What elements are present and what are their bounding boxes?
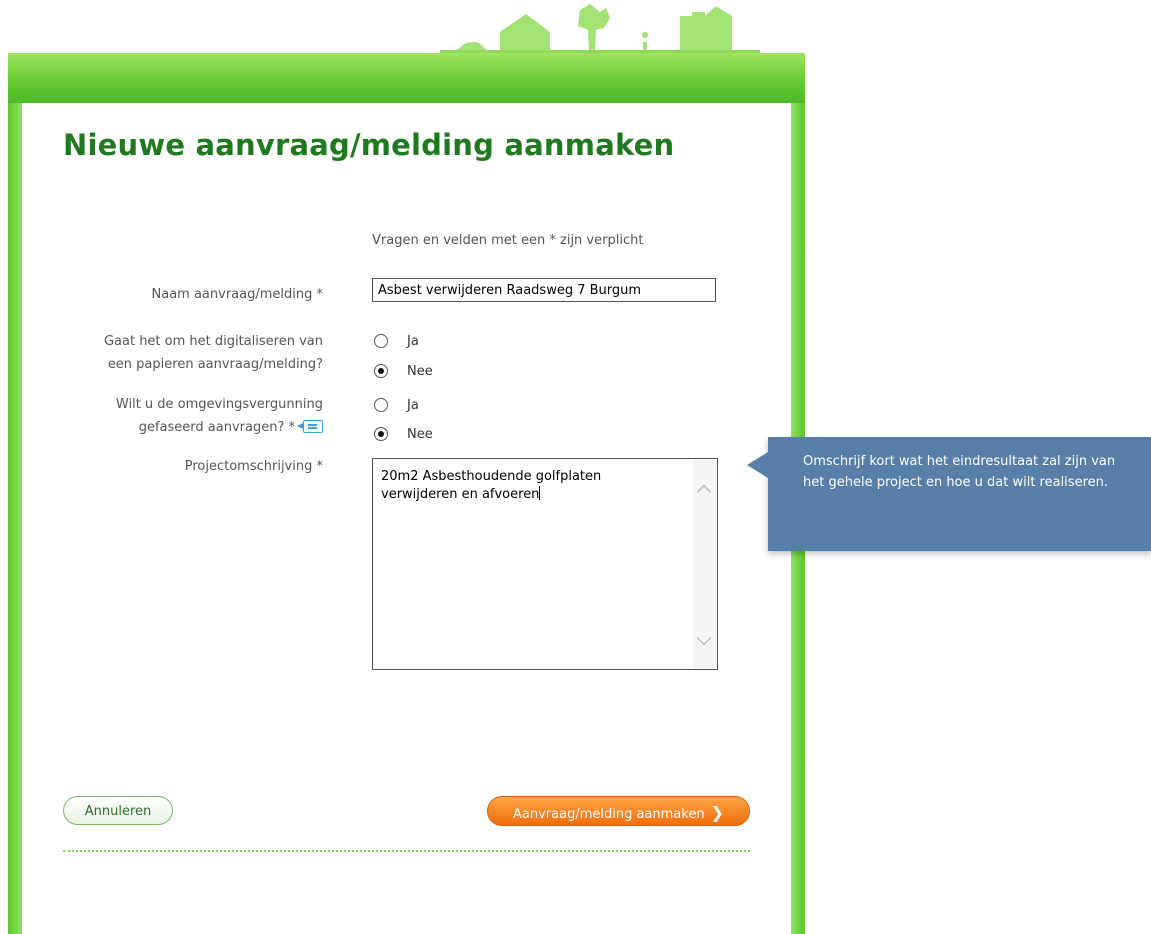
digitaliseren-label-line2: een papieren aanvraag/melding? bbox=[107, 357, 323, 372]
gefaseerd-option-ja[interactable]: Ja bbox=[374, 394, 419, 416]
text-caret bbox=[539, 486, 541, 500]
skyline-illustration bbox=[440, 4, 760, 56]
projectomschrijving-label: Projectomschrijving * bbox=[184, 459, 323, 474]
gefaseerd-option-nee-label: Nee bbox=[407, 426, 433, 442]
create-request-button[interactable]: Aanvraag/melding aanmaken ❯ bbox=[487, 796, 750, 826]
digitaliseren-option-nee[interactable]: Nee bbox=[374, 360, 433, 382]
naam-input[interactable] bbox=[372, 278, 716, 302]
header-frame-bar bbox=[8, 53, 805, 103]
cancel-button[interactable]: Annuleren bbox=[63, 796, 173, 825]
gefaseerd-option-nee[interactable]: Nee bbox=[374, 423, 433, 445]
create-request-label: Aanvraag/melding aanmaken bbox=[513, 807, 705, 822]
scroll-down-icon[interactable] bbox=[696, 630, 712, 646]
gefaseerd-radio-nee[interactable] bbox=[374, 427, 388, 441]
info-bubble-icon[interactable] bbox=[297, 420, 323, 433]
projectomschrijving-value: 20m2 Asbesthoudende golfplaten verwijder… bbox=[381, 469, 602, 502]
chevron-right-icon: ❯ bbox=[710, 803, 724, 822]
gefaseerd-option-ja-label: Ja bbox=[407, 397, 419, 413]
gefaseerd-label-line2: gefaseerd aanvragen? * bbox=[138, 420, 295, 435]
naam-label: Naam aanvraag/melding * bbox=[151, 287, 324, 302]
digitaliseren-label-line1: Gaat het om het digitaliseren van bbox=[103, 334, 323, 349]
gefaseerd-radio-ja[interactable] bbox=[374, 398, 388, 412]
digitaliseren-radio-ja[interactable] bbox=[374, 334, 388, 348]
scroll-up-icon[interactable] bbox=[696, 484, 712, 500]
gefaseerd-label-line2-wrap: gefaseerd aanvragen? * bbox=[116, 416, 323, 439]
digitaliseren-radio-nee[interactable] bbox=[374, 364, 388, 378]
digitaliseren-option-ja[interactable]: Ja bbox=[374, 330, 419, 352]
gefaseerd-label-line1: Wilt u de omgevingsvergunning bbox=[115, 397, 323, 412]
digitaliseren-option-nee-label: Nee bbox=[407, 363, 433, 379]
dotted-divider bbox=[63, 850, 750, 852]
help-tooltip: Omschrijf kort wat het eindresultaat zal… bbox=[747, 437, 1151, 551]
digitaliseren-option-ja-label: Ja bbox=[407, 333, 419, 349]
page-title: Nieuwe aanvraag/melding aanmaken bbox=[63, 128, 675, 162]
gefaseerd-label: Wilt u de omgevingsvergunning gefaseerd … bbox=[116, 393, 323, 439]
digitaliseren-label: Gaat het om het digitaliseren van een pa… bbox=[104, 330, 323, 376]
help-tooltip-text: Omschrijf kort wat het eindresultaat zal… bbox=[803, 454, 1116, 490]
projectomschrijving-textarea[interactable]: 20m2 Asbesthoudende golfplaten verwijder… bbox=[372, 458, 718, 670]
textarea-scrollbar[interactable] bbox=[693, 459, 717, 669]
projectomschrijving-text: 20m2 Asbesthoudende golfplaten verwijder… bbox=[381, 468, 681, 504]
frame-left-border bbox=[8, 103, 22, 934]
required-fields-note: Vragen en velden met een * zijn verplich… bbox=[372, 233, 644, 248]
